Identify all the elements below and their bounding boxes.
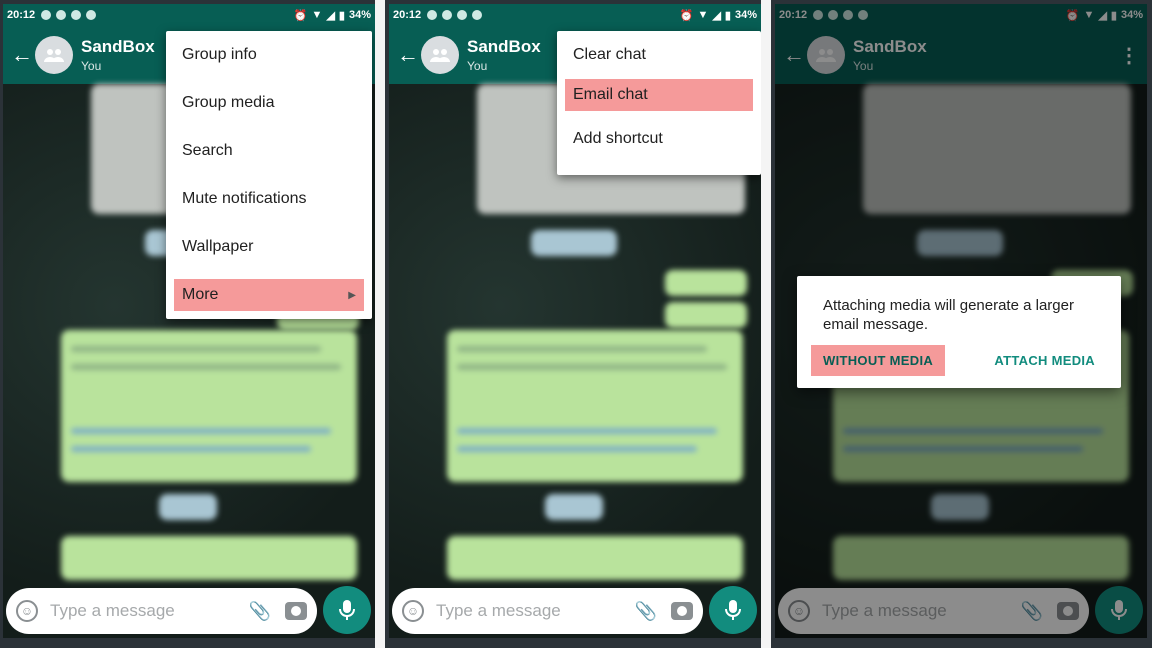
menu-item-add-shortcut[interactable]: Add shortcut (557, 119, 761, 159)
group-avatar[interactable] (35, 36, 73, 74)
chat-subtitle: You (81, 59, 102, 73)
attach-icon[interactable]: 📎 (635, 601, 657, 622)
camera-icon[interactable] (671, 602, 693, 620)
panel-divider (761, 0, 771, 648)
chat-titles[interactable]: SandBox You (467, 37, 541, 73)
chat-title: SandBox (81, 37, 155, 56)
notification-icons (427, 10, 483, 20)
message-input-bar[interactable]: ☺ Type a message 📎 (392, 588, 703, 634)
battery-icon: ▮ (724, 9, 731, 22)
status-time: 20:12 (393, 9, 422, 21)
signal-icon: ◢ (326, 9, 335, 22)
mic-button[interactable] (323, 586, 371, 634)
back-arrow-icon[interactable]: ← (397, 42, 419, 68)
blurred-date-chip (545, 494, 603, 520)
blurred-link-message (61, 330, 357, 482)
blurred-message (665, 302, 747, 328)
back-arrow-icon[interactable]: ← (11, 42, 33, 68)
menu-item-clear-chat[interactable]: Clear chat (557, 31, 761, 79)
screen-menu: 20:12 ⏰ ▼ ◢ ▮ 34% ← SandBox You ☺ Type a… (3, 4, 375, 638)
battery-percent: 34% (348, 9, 371, 21)
wifi-icon: ▼ (311, 9, 323, 21)
attach-icon[interactable]: 📎 (249, 601, 271, 622)
system-icons: ⏰ ▼ ◢ ▮ 34% (294, 9, 371, 22)
menu-item-more[interactable]: More ▶ (174, 279, 364, 311)
emoji-icon[interactable]: ☺ (402, 600, 424, 622)
screen-more-submenu: 20:12 ⏰ ▼ ◢ ▮ 34% ← SandBox You ☺ Type a… (389, 4, 761, 638)
menu-item-search[interactable]: Search (166, 127, 372, 175)
submenu-arrow-icon: ▶ (348, 289, 356, 301)
camera-icon[interactable] (285, 602, 307, 620)
panel-divider (375, 0, 385, 648)
blurred-date-chip (531, 230, 617, 256)
dialog-message: Attaching media will generate a larger e… (823, 297, 1074, 333)
menu-item-email-chat[interactable]: Email chat (565, 79, 753, 111)
message-input[interactable]: Type a message (50, 601, 175, 621)
without-media-button[interactable]: WITHOUT MEDIA (811, 345, 946, 376)
menu-item-mute[interactable]: Mute notifications (166, 175, 372, 223)
mic-button[interactable] (709, 586, 757, 634)
status-bar: 20:12 ⏰ ▼ ◢ ▮ 34% (389, 4, 761, 26)
blurred-date-chip (159, 494, 217, 520)
signal-icon: ◢ (712, 9, 721, 22)
emoji-icon[interactable]: ☺ (16, 600, 38, 622)
chat-titles[interactable]: SandBox You (81, 37, 155, 73)
mic-icon (725, 600, 741, 620)
blurred-email-message (61, 536, 357, 580)
menu-item-group-info[interactable]: Group info (166, 31, 372, 79)
attach-media-button[interactable]: ATTACH MEDIA (982, 345, 1107, 376)
menu-item-group-media[interactable]: Group media (166, 79, 372, 127)
mic-icon (339, 600, 355, 620)
chat-subtitle: You (467, 59, 488, 73)
message-input-bar[interactable]: ☺ Type a message 📎 (6, 588, 317, 634)
chat-title: SandBox (467, 37, 541, 56)
blurred-link-message (447, 330, 743, 482)
battery-percent: 34% (734, 9, 757, 21)
blurred-email-message (447, 536, 743, 580)
status-bar: 20:12 ⏰ ▼ ◢ ▮ 34% (3, 4, 375, 26)
system-icons: ⏰ ▼ ◢ ▮ 34% (680, 9, 757, 22)
blurred-message (665, 270, 747, 296)
status-time: 20:12 (7, 9, 36, 21)
message-input[interactable]: Type a message (436, 601, 561, 621)
alarm-icon: ⏰ (679, 9, 694, 22)
wifi-icon: ▼ (697, 9, 709, 21)
dialog-actions: WITHOUT MEDIA ATTACH MEDIA (811, 345, 1107, 376)
alarm-icon: ⏰ (293, 9, 308, 22)
overflow-menu: Group info Group media Search Mute notif… (166, 31, 372, 319)
notification-icons (41, 10, 97, 20)
email-attach-dialog: Attaching media will generate a larger e… (797, 276, 1121, 388)
menu-item-more-label: More (182, 286, 219, 303)
group-avatar[interactable] (421, 36, 459, 74)
screen-email-dialog: 20:12 ⏰ ▼ ◢ ▮ 34% ← SandBox You ⋮ ☺ Type… (775, 4, 1147, 638)
more-submenu: Clear chat Email chat Add shortcut (557, 31, 761, 175)
menu-item-wallpaper[interactable]: Wallpaper (166, 223, 372, 271)
battery-icon: ▮ (338, 9, 345, 22)
